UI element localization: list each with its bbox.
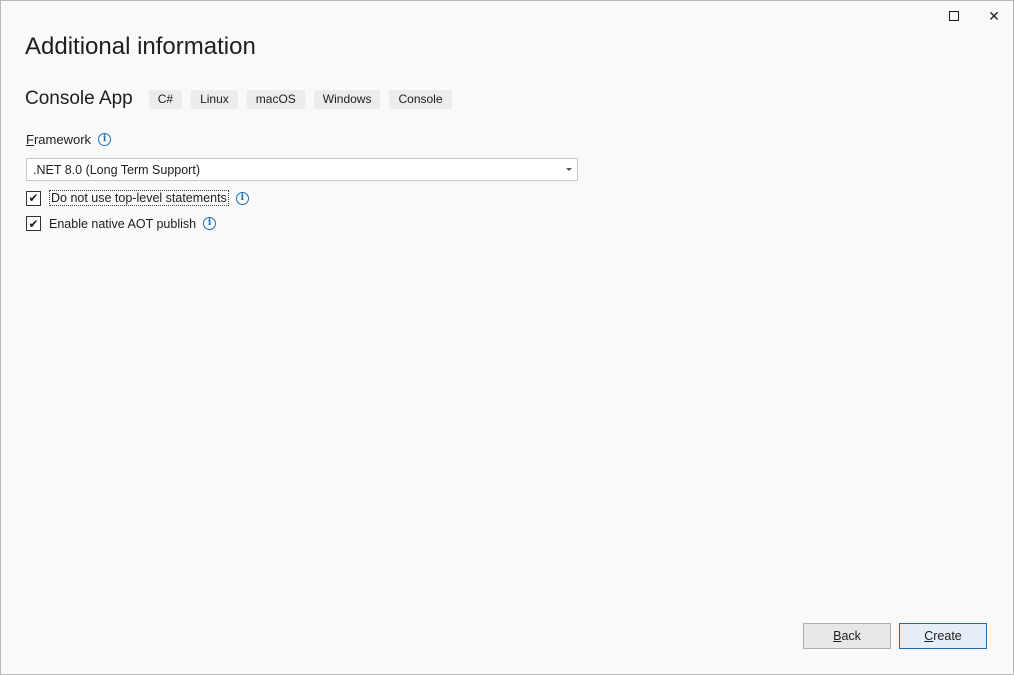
option-native-aot[interactable]: ✔ Enable native AOT publish i (26, 216, 217, 231)
native-aot-label[interactable]: Enable native AOT publish (49, 217, 196, 231)
info-icon[interactable]: i (98, 133, 112, 146)
top-level-statements-label[interactable]: Do not use top-level statements (49, 190, 229, 206)
tag-windows: Windows (313, 89, 381, 109)
info-icon[interactable]: i (203, 217, 217, 230)
tag-console: Console (389, 89, 452, 109)
info-icon[interactable]: i (235, 191, 249, 205)
tag-csharp: C# (148, 89, 183, 109)
top-level-statements-checkbox[interactable]: ✔ (26, 190, 41, 206)
framework-selected-value: .NET 8.0 (Long Term Support) (33, 162, 200, 177)
maximize-button[interactable] (934, 1, 974, 31)
framework-label: Framework (26, 132, 92, 147)
native-aot-checkbox[interactable]: ✔ (26, 216, 41, 231)
page-title: Additional information (25, 33, 256, 60)
template-header: Console App C# Linux macOS Windows Conso… (25, 88, 461, 110)
tag-macos: macOS (246, 89, 305, 109)
close-icon: ✕ (988, 7, 1000, 24)
create-button-label: Create (924, 629, 962, 643)
chevron-down-icon[interactable] (566, 168, 572, 171)
option-top-level-statements[interactable]: ✔ Do not use top-level statements i (26, 190, 249, 206)
back-button[interactable]: Back (803, 623, 891, 649)
close-button[interactable]: ✕ (974, 1, 1014, 31)
framework-label-row: Framework i (26, 132, 112, 147)
create-button[interactable]: Create (899, 623, 987, 649)
tag-linux: Linux (191, 89, 238, 109)
framework-select[interactable]: .NET 8.0 (Long Term Support) (26, 158, 578, 181)
back-button-label: Back (833, 629, 861, 643)
template-name: Console App (25, 88, 133, 109)
dialog-window: ✕ Additional information Console App C# … (0, 0, 1014, 675)
maximize-icon (949, 11, 959, 21)
